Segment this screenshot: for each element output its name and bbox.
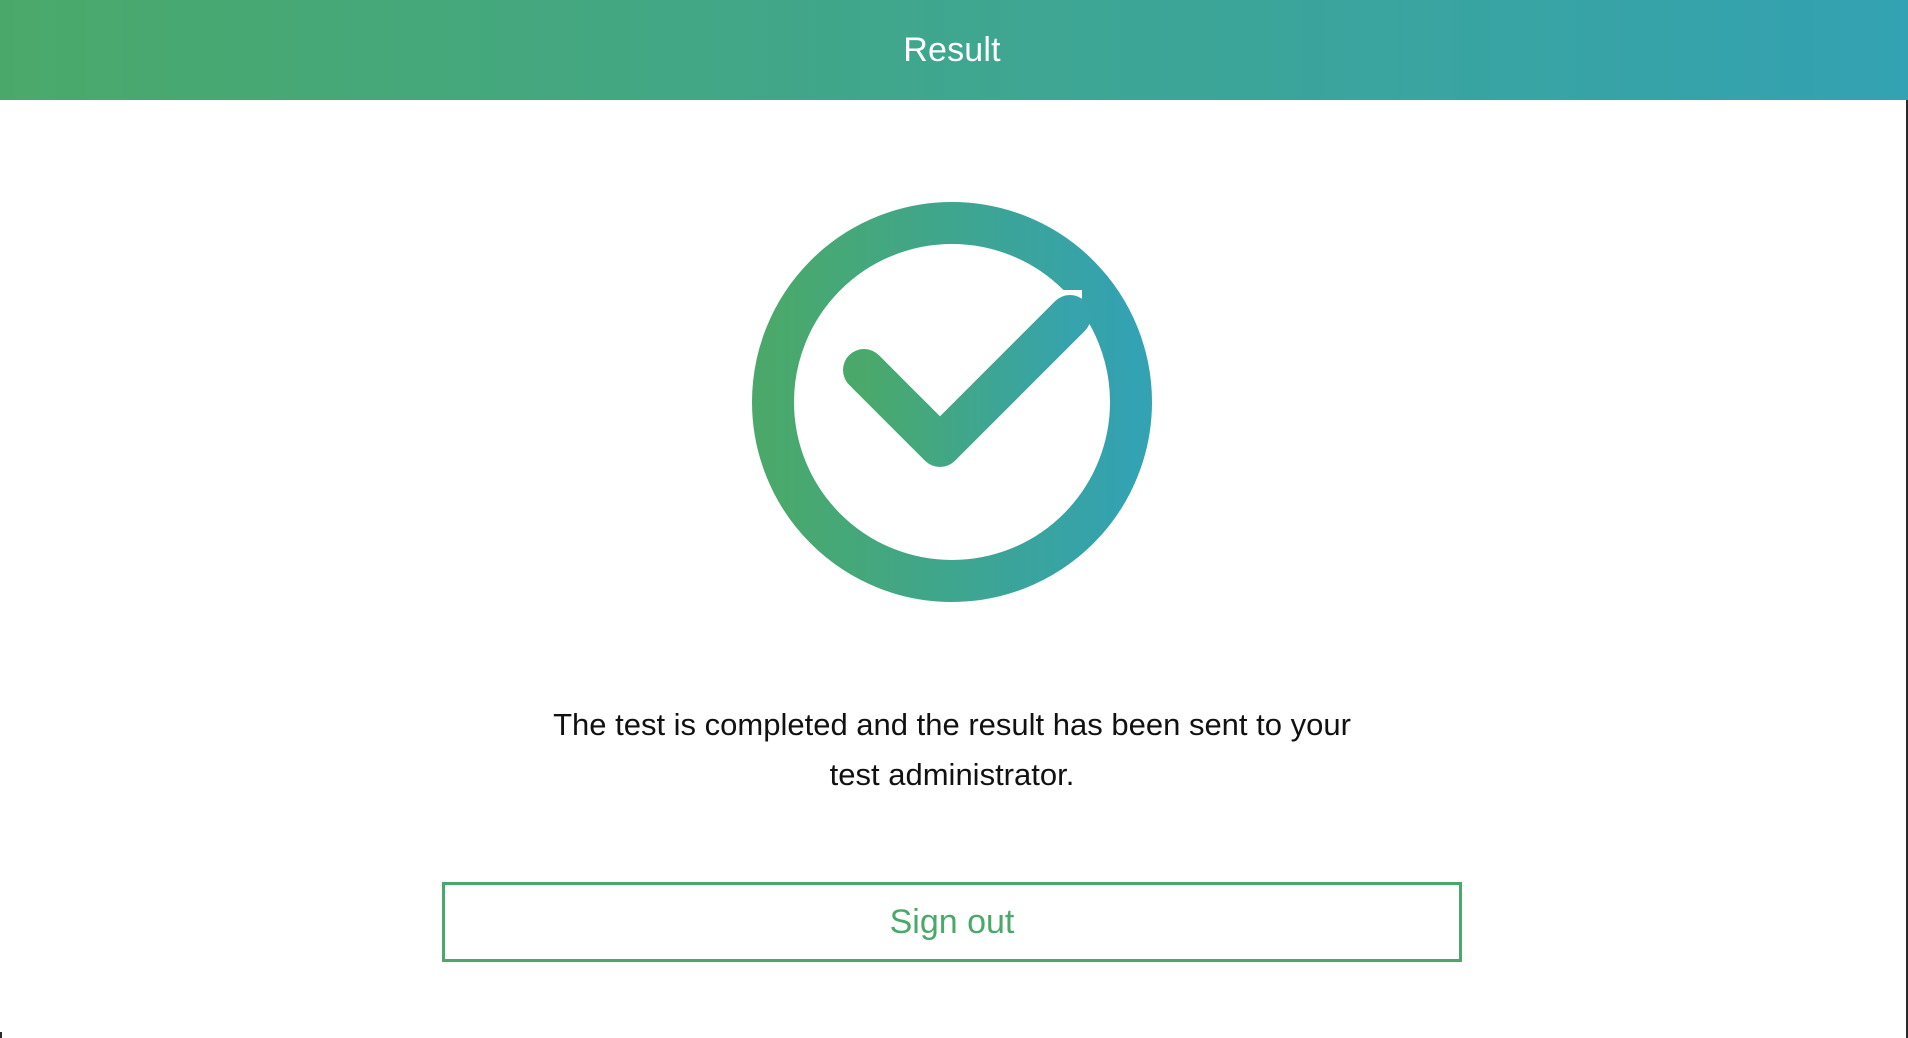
completion-message-line-2: test administrator.: [829, 757, 1075, 792]
check-circle-icon: [752, 202, 1152, 602]
completion-message-line-1: The test is completed and the result has…: [553, 707, 1351, 742]
page-title: Result: [903, 31, 1001, 69]
success-indicator: [752, 202, 1152, 602]
sign-out-button[interactable]: Sign out: [442, 882, 1462, 962]
window-edge-corner: [0, 1032, 2, 1038]
completion-message: The test is completed and the result has…: [452, 700, 1452, 800]
header-bar: Result: [0, 0, 1908, 100]
result-page: Result The test is completed and the res…: [0, 0, 1908, 1038]
